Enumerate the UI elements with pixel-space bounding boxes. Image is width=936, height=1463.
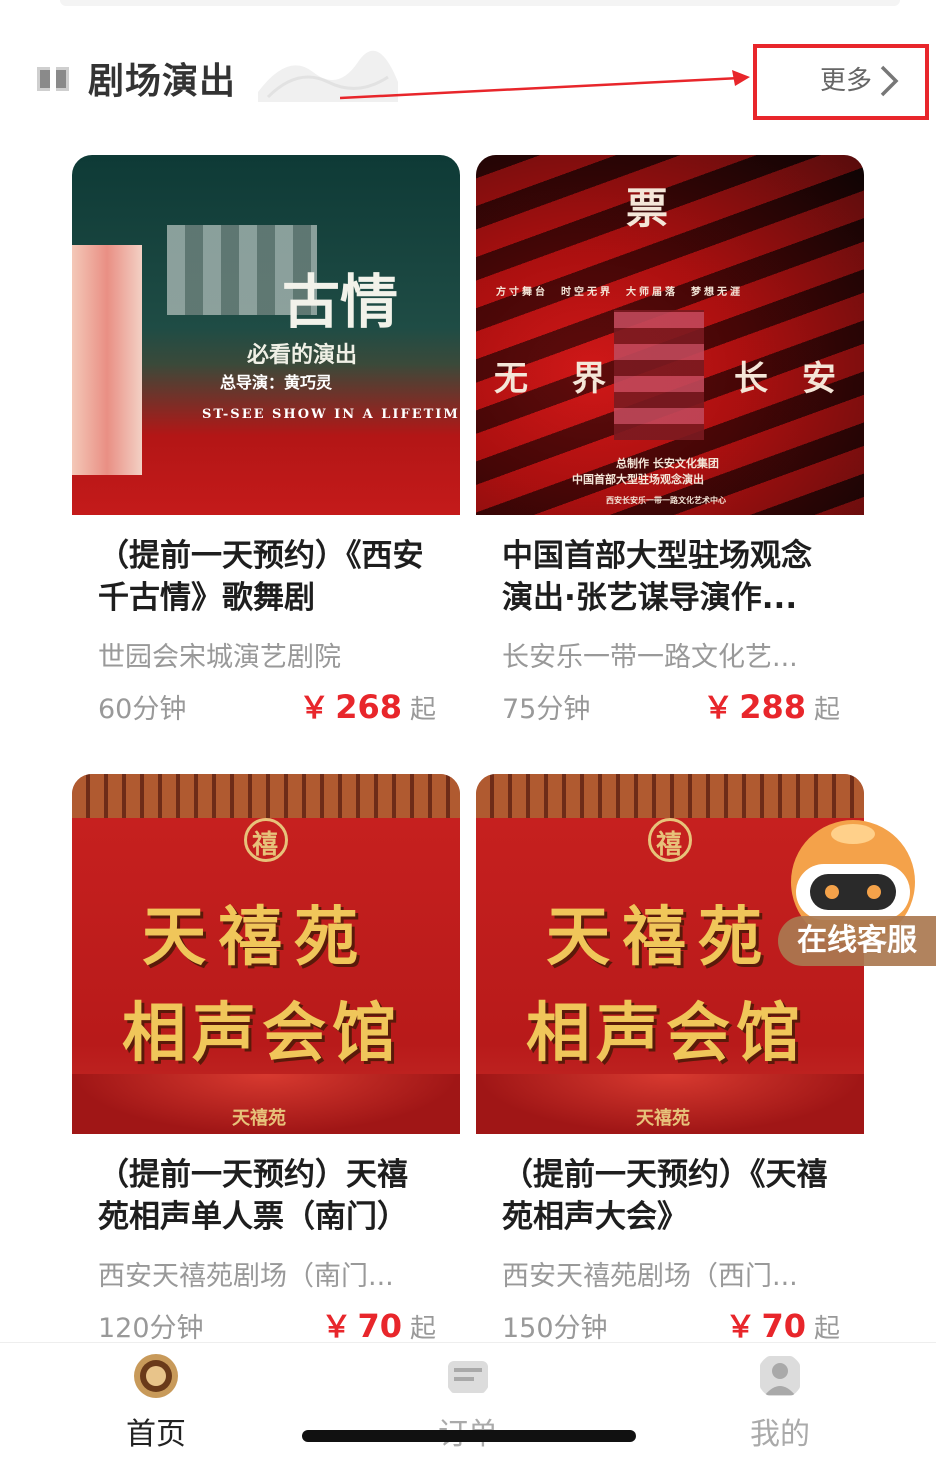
- show-card[interactable]: 票 方寸舞台 时空无界 大师届落 梦想无涯 无 界 长 安 总制作 长安文化集团…: [476, 155, 864, 745]
- blurred-face: [72, 245, 142, 475]
- show-poster: 古情 必看的演出 总导演：黄巧灵 ST-SEE SHOW IN A LIFETI…: [72, 155, 460, 515]
- online-service-label[interactable]: 在线客服: [778, 916, 936, 966]
- poster-credit: 总制作 长安文化集团: [616, 457, 719, 470]
- poster-credit: 西安长安乐一带一路文化艺术中心: [606, 495, 726, 505]
- home-logo-icon: [134, 1354, 178, 1398]
- poster-title-right: 长 安: [734, 359, 836, 399]
- roof-tiles: [72, 774, 460, 818]
- section-title: 剧场演出: [88, 61, 237, 102]
- poster-line2: 相声会馆: [122, 996, 402, 1071]
- show-venue: 西安天禧苑剧场（西门...: [502, 1261, 798, 1292]
- poster-footer: 天禧苑: [636, 1108, 690, 1129]
- price-suffix: 起: [409, 695, 436, 725]
- show-poster: 票 方寸舞台 时空无界 大师届落 梦想无涯 无 界 长 安 总制作 长安文化集团…: [476, 155, 864, 515]
- poster-logo: 票: [626, 184, 669, 233]
- poster-footer: 天禧苑: [232, 1108, 286, 1129]
- show-venue: 长安乐一带一路文化艺...: [502, 642, 798, 673]
- price-value: 288: [739, 688, 806, 726]
- show-duration: 120分钟: [98, 1313, 204, 1344]
- nav-label: 首页: [126, 1417, 186, 1452]
- show-price: ￥ 268 起: [299, 683, 436, 727]
- poster-seal: 禧: [252, 830, 279, 860]
- section-icon: [37, 65, 69, 91]
- price-value: 70: [357, 1307, 402, 1345]
- poster-line1: 天禧苑: [546, 900, 774, 975]
- poster-credit: 中国首部大型驻场观念演出: [572, 473, 704, 486]
- profile-icon: [760, 1356, 800, 1396]
- nav-item-home[interactable]: 首页: [56, 1343, 256, 1463]
- currency-symbol: ￥: [321, 1310, 352, 1345]
- show-venue: 世园会宋城演艺剧院: [98, 642, 341, 673]
- show-price: ￥ 70 起: [321, 1302, 436, 1346]
- order-icon: [448, 1361, 488, 1393]
- pixelated-region: [614, 310, 704, 440]
- currency-symbol: ￥: [703, 691, 734, 726]
- show-price: ￥ 70 起: [725, 1302, 840, 1346]
- show-venue: 西安天禧苑剧场（南门...: [98, 1261, 394, 1292]
- chevron-right-icon[interactable]: [876, 64, 902, 98]
- previous-section-edge: [60, 0, 900, 6]
- show-price: ￥ 288 起: [703, 683, 840, 727]
- show-title[interactable]: 中国首部大型驻场观念演出·张艺谋导演作...: [502, 535, 842, 619]
- nav-item-orders[interactable]: 订单: [368, 1343, 568, 1463]
- currency-symbol: ￥: [299, 691, 330, 726]
- show-title[interactable]: （提前一天预约）《西安千古情》歌舞剧: [98, 535, 438, 619]
- poster-subtitle: 必看的演出: [247, 342, 358, 368]
- price-suffix: 起: [813, 695, 840, 725]
- show-duration: 60分钟: [98, 694, 187, 725]
- annotation-arrow: [340, 70, 750, 100]
- more-link[interactable]: 更多: [820, 60, 872, 97]
- poster-line1: 天禧苑: [142, 900, 370, 975]
- nav-label: 我的: [750, 1417, 810, 1452]
- poster-english: ST-SEE SHOW IN A LIFETIME: [202, 407, 460, 422]
- show-title[interactable]: （提前一天预约）《天禧苑相声大会》: [502, 1154, 842, 1238]
- poster-line2: 相声会馆: [526, 996, 806, 1071]
- home-indicator: [302, 1430, 636, 1442]
- price-suffix: 起: [409, 1314, 436, 1344]
- bottom-nav: 首页 订单 我的: [0, 1342, 936, 1463]
- price-suffix: 起: [813, 1314, 840, 1344]
- poster-title-left: 无: [494, 359, 528, 399]
- show-card[interactable]: 禧 天禧苑 相声会馆 天禧苑 （提前一天预约）天禧苑相声单人票（南门） 西安天禧…: [72, 774, 460, 1345]
- show-duration: 150分钟: [502, 1313, 608, 1344]
- show-duration: 75分钟: [502, 694, 591, 725]
- show-title[interactable]: （提前一天预约）天禧苑相声单人票（南门）: [98, 1154, 438, 1238]
- poster-tagline: 方寸舞台 时空无界 大师届落 梦想无涯: [496, 287, 743, 298]
- poster-seal: 禧: [656, 830, 683, 860]
- show-poster: 禧 天禧苑 相声会馆 天禧苑: [72, 774, 460, 1134]
- poster-title: 古情: [282, 268, 399, 336]
- poster-director: 总导演：黄巧灵: [220, 373, 333, 392]
- price-value: 70: [761, 1307, 806, 1345]
- price-value: 268: [335, 688, 402, 726]
- currency-symbol: ￥: [725, 1310, 756, 1345]
- show-card[interactable]: 古情 必看的演出 总导演：黄巧灵 ST-SEE SHOW IN A LIFETI…: [72, 155, 460, 745]
- nav-item-profile[interactable]: 我的: [680, 1343, 880, 1463]
- poster-title-mid: 界: [572, 359, 606, 399]
